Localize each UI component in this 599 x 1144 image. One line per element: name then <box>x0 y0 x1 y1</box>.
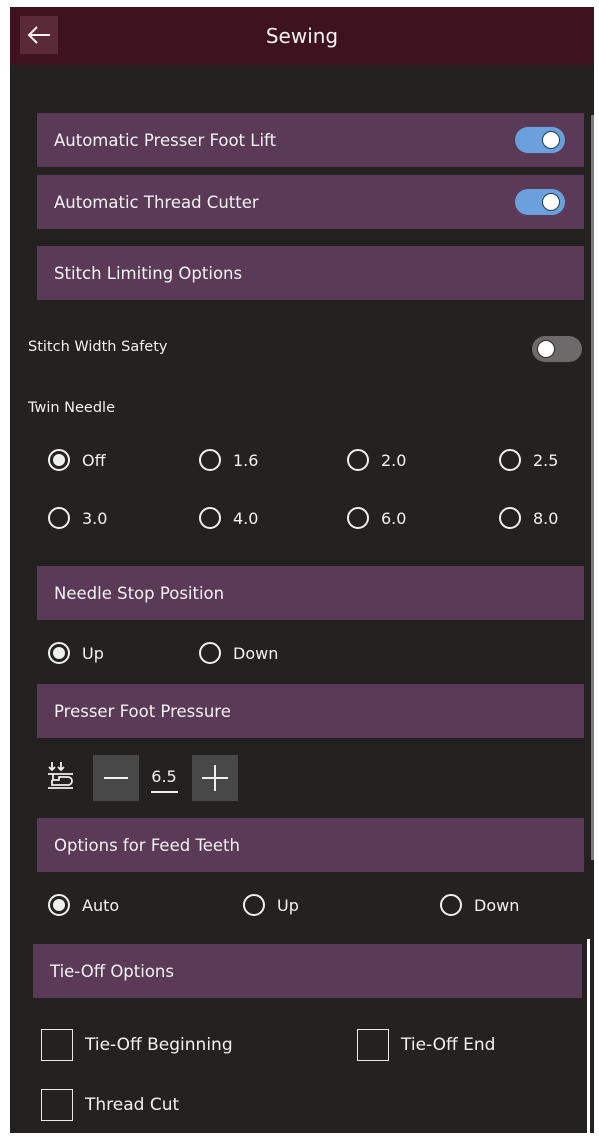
radio-icon <box>243 894 265 916</box>
tie-off-label: Tie-Off Options <box>50 961 174 981</box>
tie-off-beginning-checkbox[interactable]: Tie-Off Beginning <box>41 1029 233 1061</box>
feed-teeth-label: Options for Feed Teeth <box>54 835 240 855</box>
presser-foot-pressure-header: Presser Foot Pressure <box>37 684 584 738</box>
checkbox-icon <box>41 1029 73 1061</box>
feed-teeth-down-radio[interactable]: Down <box>440 894 519 916</box>
twin-needle-2-0-radio[interactable]: 2.0 <box>347 449 406 471</box>
arrow-left-icon <box>27 26 50 44</box>
value-underline <box>151 791 178 793</box>
needle-stop-header: Needle Stop Position <box>37 566 584 620</box>
needle-stop-up-radio[interactable]: Up <box>48 642 104 664</box>
twin-needle-label: Twin Needle <box>28 400 115 416</box>
tie-off-end-checkbox[interactable]: Tie-Off End <box>357 1029 495 1061</box>
radio-icon <box>440 894 462 916</box>
needle-stop-down-radio[interactable]: Down <box>199 642 278 664</box>
radio-icon <box>499 507 521 529</box>
thread-cutter-toggle[interactable] <box>515 189 565 215</box>
minus-icon <box>104 777 128 779</box>
radio-icon <box>499 449 521 471</box>
scrollbar-lower <box>587 939 590 1133</box>
presser-foot-lift-toggle[interactable] <box>515 127 565 153</box>
title-bar: Sewing <box>10 7 594 65</box>
presser-foot-pressure-label: Presser Foot Pressure <box>54 701 231 721</box>
back-button[interactable] <box>20 16 58 54</box>
presser-foot-pressure-icon <box>48 762 73 789</box>
radio-icon <box>199 642 221 664</box>
stitch-limiting-header: Stitch Limiting Options <box>37 246 584 300</box>
thread-cutter-row: Automatic Thread Cutter <box>37 175 584 229</box>
stitch-limiting-label: Stitch Limiting Options <box>54 263 243 283</box>
twin-needle-3-0-radio[interactable]: 3.0 <box>48 507 107 529</box>
feed-teeth-up-radio[interactable]: Up <box>243 894 299 916</box>
twin-needle-1-6-radio[interactable]: 1.6 <box>199 449 258 471</box>
pressure-value: 6.5 <box>151 767 177 786</box>
twin-needle-2-5-radio[interactable]: 2.5 <box>499 449 558 471</box>
pressure-decrease-button[interactable] <box>93 755 139 801</box>
thread-cutter-label: Automatic Thread Cutter <box>54 192 259 212</box>
radio-selected-icon <box>48 642 70 664</box>
thread-cut-checkbox[interactable]: Thread Cut <box>41 1089 179 1121</box>
twin-needle-off-radio[interactable]: Off <box>48 449 106 471</box>
radio-icon <box>347 449 369 471</box>
checkbox-icon <box>41 1089 73 1121</box>
radio-icon <box>347 507 369 529</box>
radio-selected-icon <box>48 449 70 471</box>
sewing-settings-window: Sewing Automatic Presser Foot Lift Autom… <box>10 7 594 1133</box>
twin-needle-8-0-radio[interactable]: 8.0 <box>499 507 558 529</box>
twin-needle-6-0-radio[interactable]: 6.0 <box>347 507 406 529</box>
radio-icon <box>199 507 221 529</box>
twin-needle-4-0-radio[interactable]: 4.0 <box>199 507 258 529</box>
presser-foot-lift-label: Automatic Presser Foot Lift <box>54 130 277 150</box>
radio-icon <box>199 449 221 471</box>
radio-icon <box>48 507 70 529</box>
radio-selected-icon <box>48 894 70 916</box>
checkbox-icon <box>357 1029 389 1061</box>
page-title: Sewing <box>265 24 339 48</box>
scrollbar[interactable] <box>591 115 594 860</box>
plus-icon <box>202 765 228 791</box>
presser-foot-lift-row: Automatic Presser Foot Lift <box>37 113 584 167</box>
stitch-width-safety-label: Stitch Width Safety <box>28 339 168 355</box>
tie-off-header: Tie-Off Options <box>33 944 582 998</box>
stitch-width-safety-toggle[interactable] <box>532 336 582 362</box>
feed-teeth-header: Options for Feed Teeth <box>37 818 584 872</box>
needle-stop-label: Needle Stop Position <box>54 583 225 603</box>
feed-teeth-auto-radio[interactable]: Auto <box>48 894 119 916</box>
pressure-increase-button[interactable] <box>192 755 238 801</box>
